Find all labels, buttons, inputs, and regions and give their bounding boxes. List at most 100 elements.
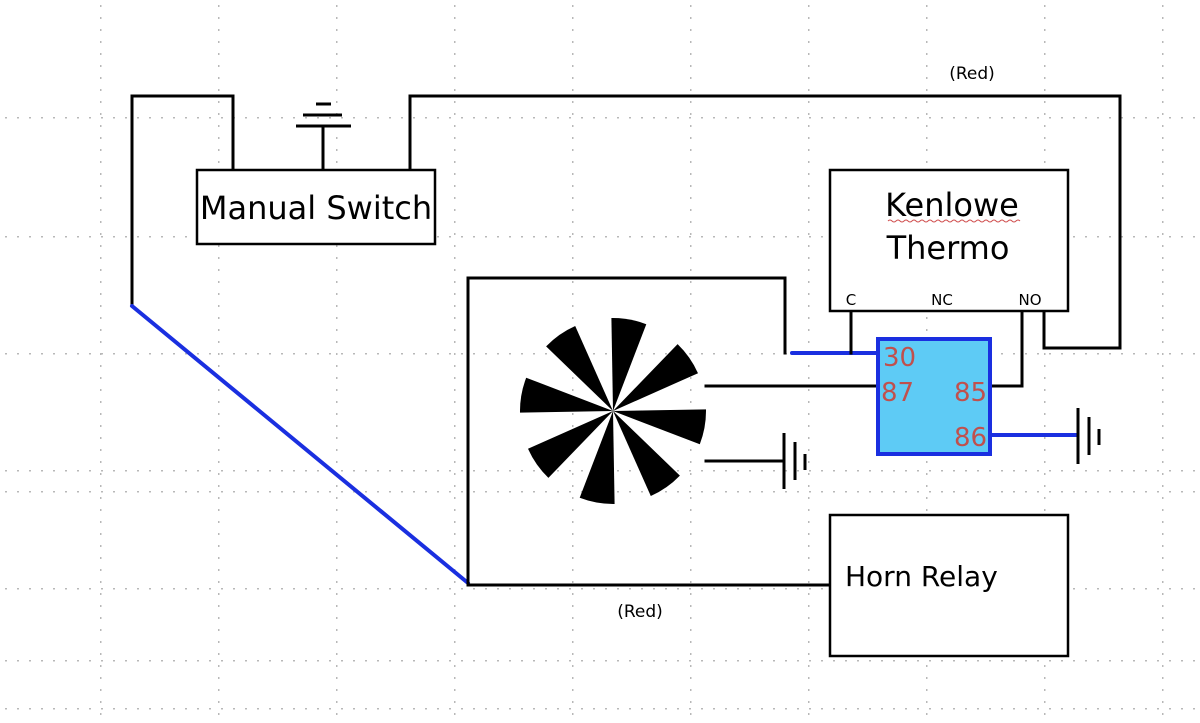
grid-dot bbox=[485, 660, 487, 662]
grid-dot bbox=[808, 89, 810, 91]
grid-dot bbox=[572, 689, 574, 691]
grid-dot bbox=[125, 236, 127, 238]
grid-dot bbox=[690, 509, 692, 511]
grid-dot bbox=[1162, 305, 1164, 307]
grid-dot bbox=[690, 101, 692, 103]
grid-dot bbox=[454, 653, 456, 655]
grid-dot bbox=[377, 708, 379, 710]
grid-dot bbox=[1193, 117, 1195, 119]
grid-dot bbox=[1061, 353, 1063, 355]
grid-dot bbox=[454, 317, 456, 319]
grid-dot bbox=[1162, 677, 1164, 679]
grid-dot bbox=[1044, 449, 1046, 451]
grid-dot bbox=[329, 117, 331, 119]
grid-dot bbox=[629, 708, 631, 710]
grid-dot bbox=[1193, 491, 1195, 493]
grid-dot bbox=[41, 491, 43, 493]
grid-dot bbox=[761, 491, 763, 493]
relay-pin-86: 86 bbox=[954, 423, 987, 453]
grid-dot bbox=[100, 377, 102, 379]
grid-dot bbox=[317, 660, 319, 662]
grid-dot bbox=[100, 713, 102, 715]
grid-dot bbox=[569, 491, 571, 493]
grid-dot bbox=[336, 533, 338, 535]
grid-dot bbox=[293, 708, 295, 710]
grid-dot bbox=[377, 353, 379, 355]
grid-dot bbox=[1044, 689, 1046, 691]
grid-dot bbox=[869, 660, 871, 662]
grid-dot bbox=[389, 660, 391, 662]
grid-dot bbox=[100, 173, 102, 175]
grid-dot bbox=[572, 17, 574, 19]
grid-dot bbox=[821, 236, 823, 238]
grid-dot bbox=[689, 660, 691, 662]
grid-dot bbox=[533, 491, 535, 493]
grid-dot bbox=[1044, 401, 1046, 403]
grid-dot bbox=[965, 470, 967, 472]
grid-dot bbox=[689, 236, 691, 238]
grid-dot bbox=[336, 101, 338, 103]
grid-dot bbox=[808, 233, 810, 235]
grid-dot bbox=[461, 660, 463, 662]
grid-dot bbox=[761, 470, 763, 472]
grid-dot bbox=[533, 660, 535, 662]
grid-dot bbox=[341, 353, 343, 355]
grid-dot bbox=[773, 236, 775, 238]
grid-dot bbox=[690, 269, 692, 271]
grid-dot bbox=[773, 117, 775, 119]
grid-dot bbox=[1162, 293, 1164, 295]
grid-dot bbox=[881, 708, 883, 710]
grid-dot bbox=[1162, 485, 1164, 487]
grid-dot bbox=[218, 629, 220, 631]
grid-dot bbox=[336, 257, 338, 259]
grid-dot bbox=[1162, 41, 1164, 43]
grid-dot bbox=[713, 117, 715, 119]
grid-dot bbox=[100, 221, 102, 223]
grid-dot bbox=[353, 470, 355, 472]
grid-dot bbox=[665, 353, 667, 355]
terminal-c: C bbox=[846, 291, 856, 309]
grid-dot bbox=[690, 353, 692, 355]
grid-dot bbox=[218, 557, 220, 559]
grid-dot bbox=[690, 77, 692, 79]
grid-dot bbox=[1109, 491, 1111, 493]
grid-dot bbox=[569, 708, 571, 710]
grid-dot bbox=[100, 257, 102, 259]
grid-dot bbox=[572, 485, 574, 487]
grid-dot bbox=[454, 353, 456, 355]
grid-dot bbox=[100, 701, 102, 703]
grid-dot bbox=[218, 437, 220, 439]
grid-dot bbox=[665, 491, 667, 493]
grid-dot bbox=[653, 353, 655, 355]
grid-dot bbox=[100, 125, 102, 127]
grid-dot bbox=[454, 149, 456, 151]
grid-dot bbox=[53, 353, 55, 355]
grid-dot bbox=[100, 209, 102, 211]
grid-dot bbox=[281, 588, 283, 590]
grid-dot bbox=[1085, 236, 1087, 238]
grid-dot bbox=[336, 353, 338, 355]
grid-dot bbox=[725, 660, 727, 662]
grid-dot bbox=[808, 533, 810, 535]
grid-dot bbox=[989, 660, 991, 662]
grid-dot bbox=[336, 5, 338, 7]
grid-dot bbox=[336, 509, 338, 511]
grid-dot bbox=[857, 117, 859, 119]
grid-dot bbox=[137, 588, 139, 590]
grid-dot bbox=[641, 588, 643, 590]
grid-dot bbox=[1044, 389, 1046, 391]
grid-dot bbox=[509, 117, 511, 119]
grid-dot bbox=[977, 470, 979, 472]
grid-dot bbox=[17, 117, 19, 119]
grid-dot bbox=[1044, 137, 1046, 139]
grid-dot bbox=[336, 677, 338, 679]
grid-dot bbox=[749, 491, 751, 493]
grid-dot bbox=[454, 77, 456, 79]
grid-dot bbox=[100, 305, 102, 307]
grid-dot bbox=[100, 401, 102, 403]
grid-dot bbox=[41, 660, 43, 662]
grid-dot bbox=[218, 149, 220, 151]
grid-dot bbox=[1049, 470, 1051, 472]
grid-dot bbox=[1073, 660, 1075, 662]
grid-dot bbox=[821, 660, 823, 662]
